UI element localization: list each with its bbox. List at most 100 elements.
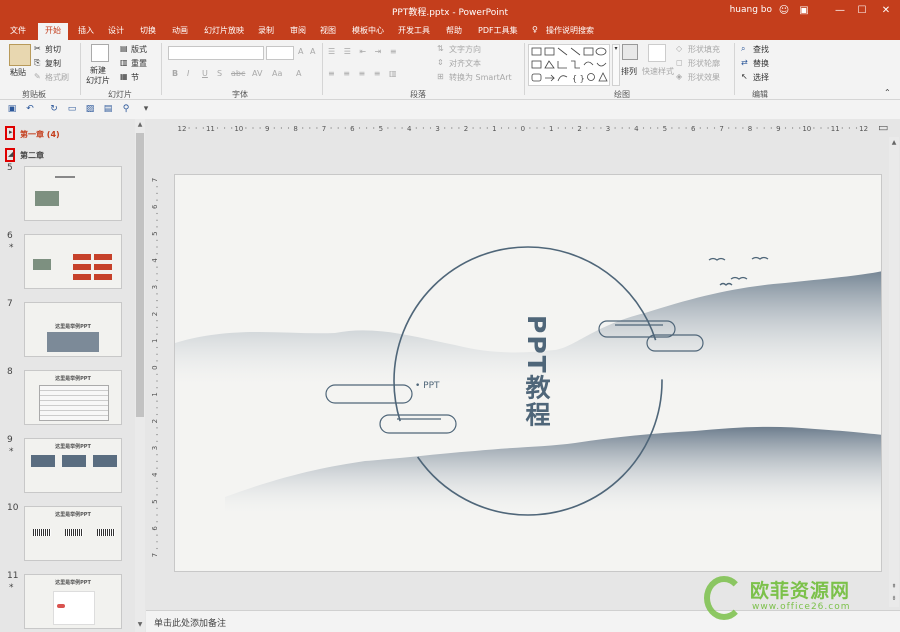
scroll-down-icon[interactable]: ▼ bbox=[136, 621, 144, 628]
section-second[interactable]: 第二章 bbox=[20, 150, 44, 161]
close-icon[interactable]: ✕ bbox=[878, 3, 894, 19]
horizontal-ruler[interactable]: 12 11 10 9 8 7 6 5 4 3 2 1 0 1 2 3 4 5 6 7 8 9 10 11 12 bbox=[176, 120, 900, 136]
slide-title[interactable]: PPT教程 bbox=[513, 315, 551, 429]
tab-transitions[interactable]: 切换 bbox=[140, 25, 156, 36]
decrease-font-icon[interactable]: A bbox=[310, 47, 315, 56]
text-direction-icon[interactable]: ⇅ bbox=[437, 44, 444, 53]
new-slide-icon[interactable] bbox=[91, 44, 109, 62]
user-avatar-icon[interactable]: ☺ bbox=[776, 3, 792, 19]
tab-home[interactable]: 开始 bbox=[38, 23, 68, 40]
editor-scrollbar[interactable]: ▲ ⇞ ⇟ bbox=[889, 137, 899, 607]
reset-button[interactable]: 重置 bbox=[131, 58, 147, 69]
font-name-select[interactable] bbox=[168, 46, 264, 60]
shape-outline-icon[interactable]: ◻ bbox=[676, 58, 683, 67]
select-icon[interactable]: ↖ bbox=[741, 72, 748, 81]
tab-insert[interactable]: 插入 bbox=[78, 25, 94, 36]
tab-file[interactable]: 文件 bbox=[10, 25, 26, 36]
tab-template-center[interactable]: 模板中心 bbox=[352, 25, 384, 36]
find-icon[interactable]: ⌕ bbox=[741, 44, 745, 54]
tab-review[interactable]: 审阅 bbox=[290, 25, 306, 36]
section-collapse-icon[interactable]: ▸ bbox=[9, 128, 13, 136]
font-size-select[interactable] bbox=[266, 46, 294, 60]
change-case-button[interactable]: Aa bbox=[272, 69, 282, 78]
format-painter-button[interactable]: 格式刷 bbox=[45, 72, 69, 83]
comments-icon[interactable]: ▭ bbox=[878, 121, 888, 134]
section-button[interactable]: 节 bbox=[131, 72, 139, 83]
align-text-icon[interactable]: ⇕ bbox=[437, 58, 444, 67]
shape-fill-button[interactable]: 形状填充 bbox=[688, 44, 720, 55]
font-color-icon[interactable]: A bbox=[296, 69, 301, 78]
replace-icon[interactable]: ⇄ bbox=[741, 58, 748, 67]
customize-icon[interactable]: ⚲ bbox=[120, 103, 132, 115]
tab-developer[interactable]: 开发工具 bbox=[398, 25, 430, 36]
undo-icon[interactable]: ↶ bbox=[24, 103, 36, 115]
copy-icon[interactable]: ⎘ bbox=[34, 58, 40, 68]
strikethrough-button[interactable]: abc bbox=[231, 69, 245, 78]
arrange-icon[interactable] bbox=[622, 44, 638, 60]
quick-styles-button[interactable]: 快速样式 bbox=[642, 66, 674, 77]
scroll-up-icon[interactable]: ▲ bbox=[136, 121, 144, 128]
cut-button[interactable]: 剪切 bbox=[45, 44, 61, 55]
section-icon[interactable]: ▦ bbox=[120, 72, 128, 81]
save-icon[interactable]: ▣ bbox=[6, 103, 18, 115]
find-button[interactable]: 查找 bbox=[753, 44, 769, 55]
shape-effects-button[interactable]: 形状效果 bbox=[688, 72, 720, 83]
quick-styles-icon[interactable] bbox=[648, 44, 666, 62]
arrange-button[interactable]: 排列 bbox=[621, 66, 637, 77]
minimize-icon[interactable]: — bbox=[832, 3, 848, 19]
slide-canvas[interactable]: PPT教程 • PPT bbox=[174, 174, 882, 572]
list-buttons-icon[interactable]: ☰ ☰ ⇤ ⇥ ≡ bbox=[328, 47, 400, 56]
slide-thumbnail[interactable]: 这里是举例PPT bbox=[24, 574, 122, 629]
replace-button[interactable]: 替换 bbox=[753, 58, 769, 69]
notes-placeholder[interactable]: 单击此处添加备注 bbox=[154, 616, 226, 629]
slide-subtitle[interactable]: • PPT bbox=[415, 381, 440, 391]
slide-thumbnail[interactable]: 这里是举例PPT bbox=[24, 302, 122, 357]
reset-icon[interactable]: ▥ bbox=[120, 58, 128, 67]
cut-icon[interactable]: ✂ bbox=[34, 44, 41, 53]
underline-button[interactable]: U bbox=[202, 69, 208, 78]
tab-slideshow[interactable]: 幻灯片放映 bbox=[204, 25, 244, 36]
panel-scrollbar[interactable]: ▲ ▼ bbox=[135, 119, 145, 632]
italic-button[interactable]: I bbox=[187, 69, 189, 78]
shape-outline-button[interactable]: 形状轮廓 bbox=[688, 58, 720, 69]
copy-button[interactable]: 复制 bbox=[45, 58, 61, 69]
new-slide-label[interactable]: 幻灯片 bbox=[86, 75, 110, 86]
panel-scroll-thumb[interactable] bbox=[136, 133, 144, 417]
qat-more-icon[interactable]: ▾ bbox=[140, 103, 152, 115]
insert-icon[interactable]: ▤ bbox=[102, 103, 114, 115]
align-buttons-icon[interactable]: ≡ ≡ ≡ ≡ ▥ bbox=[328, 69, 400, 78]
tab-view[interactable]: 视图 bbox=[320, 25, 336, 36]
slide-thumbnail[interactable]: 这里是举例PPT bbox=[24, 370, 122, 425]
section-expand-icon[interactable]: ◢ bbox=[8, 150, 13, 158]
ribbon-display-icon[interactable]: ▣ bbox=[796, 3, 812, 19]
tab-design[interactable]: 设计 bbox=[108, 25, 124, 36]
shapes-scroll[interactable]: ▾ bbox=[612, 44, 620, 86]
collapse-ribbon-icon[interactable]: ⌃ bbox=[884, 88, 891, 97]
tab-pdf-tools[interactable]: PDF工具集 bbox=[478, 25, 518, 36]
align-text-button[interactable]: 对齐文本 bbox=[449, 58, 481, 69]
redo-icon[interactable]: ↻ bbox=[48, 103, 60, 115]
editor-scroll-up-icon[interactable]: ▲ bbox=[890, 139, 898, 146]
maximize-icon[interactable]: ☐ bbox=[854, 3, 870, 19]
layout-icon[interactable]: ▤ bbox=[120, 44, 128, 53]
user-name[interactable]: huang bo bbox=[730, 5, 772, 15]
format-painter-icon[interactable]: ✎ bbox=[34, 72, 41, 81]
select-button[interactable]: 选择 bbox=[753, 72, 769, 83]
tab-help[interactable]: 帮助 bbox=[446, 25, 462, 36]
lightbulb-icon[interactable]: ♀ bbox=[532, 25, 538, 34]
shadow-button[interactable]: S bbox=[217, 69, 222, 78]
char-spacing-button[interactable]: AV bbox=[252, 69, 262, 78]
layout-button[interactable]: 版式 bbox=[131, 44, 147, 55]
shape-fill-icon[interactable]: ◇ bbox=[676, 44, 682, 53]
shapes-gallery[interactable]: { } bbox=[528, 44, 610, 86]
increase-font-icon[interactable]: A bbox=[298, 47, 303, 56]
slideshow-icon[interactable]: ▭ bbox=[66, 103, 78, 115]
shape-effects-icon[interactable]: ◈ bbox=[676, 72, 682, 81]
convert-smartart-button[interactable]: 转换为 SmartArt bbox=[449, 72, 512, 83]
slide-thumbnail[interactable]: 这里是举例PPT bbox=[24, 438, 122, 493]
tab-record[interactable]: 录制 bbox=[258, 25, 274, 36]
smartart-icon[interactable]: ⊞ bbox=[437, 72, 444, 81]
paste-icon[interactable] bbox=[9, 44, 31, 66]
tell-me-search[interactable]: 操作说明搜索 bbox=[546, 25, 594, 36]
text-direction-button[interactable]: 文字方向 bbox=[449, 44, 481, 55]
